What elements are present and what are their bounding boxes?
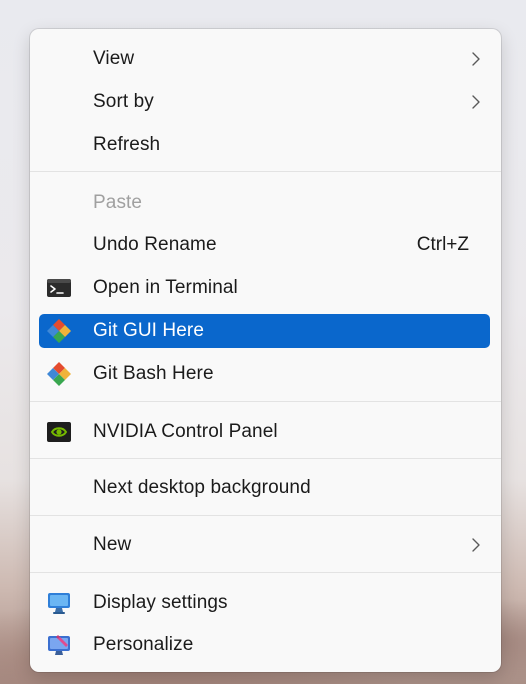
menu-item-label: Paste	[93, 192, 143, 213]
shortcut-label: Ctrl+Z	[416, 234, 469, 255]
menu-separator	[30, 458, 501, 459]
menu-item-label: View	[93, 48, 135, 69]
menu-item-sort-by[interactable]: Sort by	[39, 85, 490, 119]
menu-item-label: Refresh	[93, 134, 161, 155]
menu-item-new[interactable]: New	[39, 528, 490, 562]
menu-item-refresh[interactable]: Refresh	[39, 128, 490, 162]
menu-item-display-settings[interactable]: Display settings	[39, 586, 490, 620]
git-icon	[47, 319, 71, 343]
menu-separator	[30, 515, 501, 516]
menu-item-label: Sort by	[93, 91, 154, 112]
menu-item-nvidia-control-panel[interactable]: NVIDIA Control Panel	[39, 415, 490, 449]
menu-item-label: Undo Rename	[93, 234, 217, 255]
desktop-context-menu: View Sort by Refresh Paste Undo Rename C…	[30, 29, 501, 672]
menu-item-label: New	[93, 534, 132, 555]
menu-item-undo-rename[interactable]: Undo Rename Ctrl+Z	[39, 228, 490, 262]
menu-separator	[30, 572, 501, 573]
menu-item-git-bash-here[interactable]: Git Bash Here	[39, 357, 490, 391]
menu-item-git-gui-here[interactable]: Git GUI Here	[39, 314, 490, 348]
menu-item-label: Display settings	[93, 592, 228, 613]
menu-separator	[30, 401, 501, 402]
monitor-icon	[48, 593, 70, 614]
menu-item-label: Git GUI Here	[93, 320, 204, 341]
menu-item-personalize[interactable]: Personalize	[39, 628, 490, 662]
menu-item-label: Next desktop background	[93, 477, 311, 498]
personalize-icon	[48, 635, 70, 655]
menu-separator	[30, 171, 501, 172]
menu-item-label: NVIDIA Control Panel	[93, 421, 278, 442]
nvidia-icon	[47, 422, 71, 442]
menu-item-open-in-terminal[interactable]: Open in Terminal	[39, 271, 490, 305]
chevron-right-icon	[472, 95, 480, 109]
menu-item-label: Git Bash Here	[93, 363, 214, 384]
menu-item-view[interactable]: View	[39, 42, 490, 76]
chevron-right-icon	[472, 538, 480, 552]
menu-item-label: Personalize	[93, 634, 194, 655]
menu-item-label: Open in Terminal	[93, 277, 238, 298]
git-icon	[47, 362, 71, 386]
menu-item-next-desktop-background[interactable]: Next desktop background	[39, 471, 490, 505]
chevron-right-icon	[472, 52, 480, 66]
terminal-icon	[47, 279, 71, 297]
menu-item-paste: Paste	[39, 186, 490, 220]
